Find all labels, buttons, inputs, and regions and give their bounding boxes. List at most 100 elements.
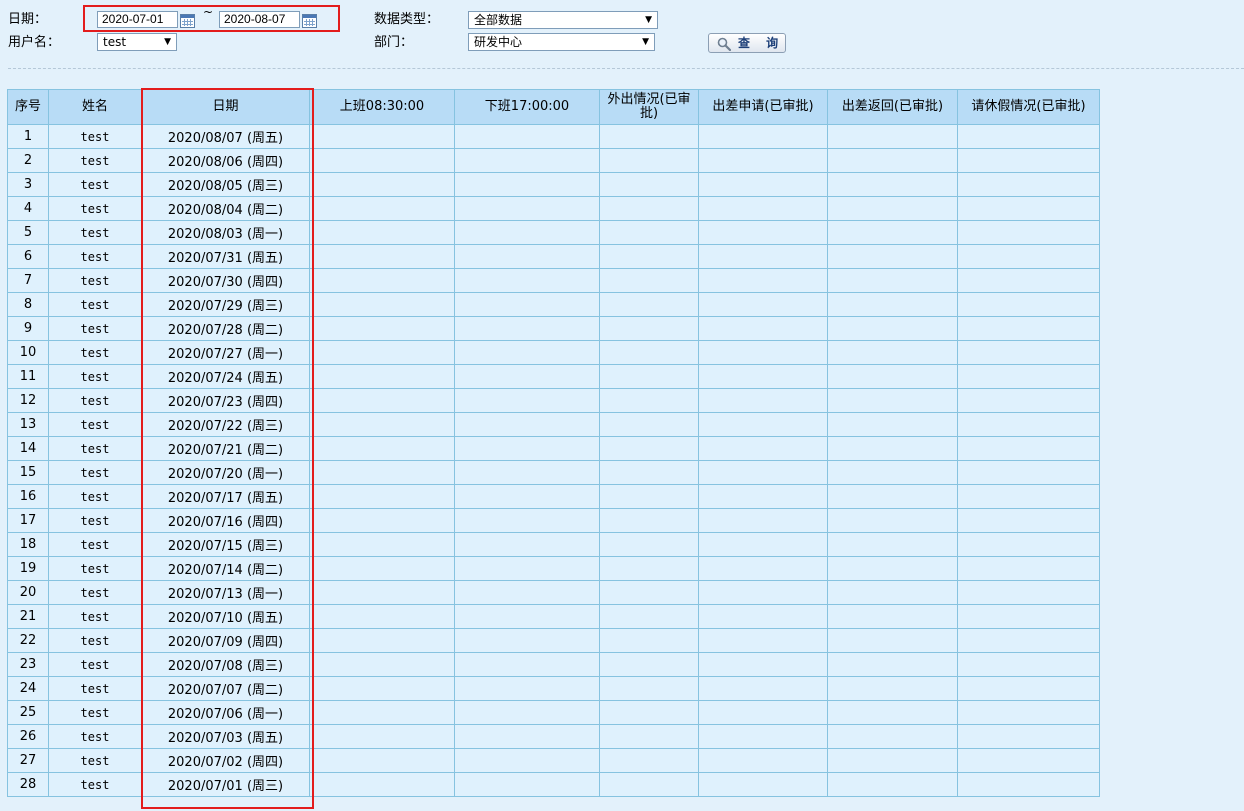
row-trip-return-cell: [827, 604, 958, 629]
row-trip-return-cell: [827, 244, 958, 269]
chevron-down-icon: ▼: [164, 37, 171, 47]
row-trip-return-cell: [827, 412, 958, 437]
row-leave-cell: [957, 676, 1100, 701]
attendance-query-page: 日期： 2020-07-01 ~ 2020-08-07 用户名： test ▼ …: [0, 0, 1244, 811]
row-trip-request-cell: [698, 316, 828, 341]
row-index-cell: 21: [7, 604, 49, 629]
row-outing-cell: [599, 460, 699, 485]
row-index-cell: 2: [7, 148, 49, 173]
row-trip-return-cell: [827, 748, 958, 773]
end-date-input[interactable]: 2020-08-07: [219, 11, 300, 28]
row-leave-cell: [957, 148, 1100, 173]
table-row: 27 test 2020/07/02 (周四): [7, 748, 1100, 773]
row-clock-in-cell: [309, 220, 455, 245]
row-outing-cell: [599, 580, 699, 605]
row-outing-cell: [599, 748, 699, 773]
row-clock-out-cell: [454, 508, 600, 533]
row-date-cell: 2020/07/14 (周二): [141, 556, 310, 581]
row-name-cell: test: [48, 604, 142, 629]
row-index-cell: 12: [7, 388, 49, 413]
chevron-down-icon: ▼: [645, 15, 652, 25]
row-trip-return-cell: [827, 772, 958, 797]
row-index-cell: 26: [7, 724, 49, 749]
row-leave-cell: [957, 124, 1100, 149]
table-row: 1 test 2020/08/07 (周五): [7, 124, 1100, 149]
table-row: 23 test 2020/07/08 (周三): [7, 652, 1100, 677]
row-leave-cell: [957, 220, 1100, 245]
department-select-value: 研发中心: [474, 35, 523, 49]
row-clock-in-cell: [309, 316, 455, 341]
row-date-cell: 2020/08/06 (周四): [141, 148, 310, 173]
table-row: 8 test 2020/07/29 (周三): [7, 292, 1100, 317]
row-index-cell: 8: [7, 292, 49, 317]
row-leave-cell: [957, 484, 1100, 509]
start-date-input[interactable]: 2020-07-01: [97, 11, 178, 28]
row-leave-cell: [957, 316, 1100, 341]
row-date-cell: 2020/07/29 (周三): [141, 292, 310, 317]
row-clock-out-cell: [454, 172, 600, 197]
row-name-cell: test: [48, 244, 142, 269]
row-index-cell: 9: [7, 316, 49, 341]
row-date-cell: 2020/07/23 (周四): [141, 388, 310, 413]
row-index-cell: 19: [7, 556, 49, 581]
row-clock-out-cell: [454, 412, 600, 437]
row-index-cell: 28: [7, 772, 49, 797]
row-name-cell: test: [48, 196, 142, 221]
row-outing-cell: [599, 604, 699, 629]
row-trip-request-cell: [698, 652, 828, 677]
row-clock-out-cell: [454, 580, 600, 605]
row-outing-cell: [599, 124, 699, 149]
row-date-cell: 2020/07/15 (周三): [141, 532, 310, 557]
row-name-cell: test: [48, 460, 142, 485]
user-select[interactable]: test ▼: [97, 33, 177, 51]
row-date-cell: 2020/07/21 (周二): [141, 436, 310, 461]
row-outing-cell: [599, 508, 699, 533]
row-index-cell: 27: [7, 748, 49, 773]
row-clock-out-cell: [454, 604, 600, 629]
row-outing-cell: [599, 652, 699, 677]
header-trip-return: 出差返回(已审批): [827, 89, 958, 125]
row-trip-request-cell: [698, 460, 828, 485]
row-clock-in-cell: [309, 124, 455, 149]
row-outing-cell: [599, 532, 699, 557]
header-leave: 请休假情况(已审批): [957, 89, 1100, 125]
department-select[interactable]: 研发中心 ▼: [468, 33, 655, 51]
table-row: 7 test 2020/07/30 (周四): [7, 268, 1100, 293]
table-row: 22 test 2020/07/09 (周四): [7, 628, 1100, 653]
row-leave-cell: [957, 532, 1100, 557]
header-date: 日期: [141, 89, 310, 125]
row-date-cell: 2020/07/24 (周五): [141, 364, 310, 389]
filter-divider: [8, 68, 1244, 69]
row-trip-return-cell: [827, 580, 958, 605]
row-outing-cell: [599, 172, 699, 197]
row-index-cell: 25: [7, 700, 49, 725]
row-clock-out-cell: [454, 148, 600, 173]
row-leave-cell: [957, 412, 1100, 437]
row-clock-out-cell: [454, 652, 600, 677]
row-clock-in-cell: [309, 508, 455, 533]
table-row: 9 test 2020/07/28 (周二): [7, 316, 1100, 341]
row-trip-return-cell: [827, 460, 958, 485]
data-type-label: 数据类型：: [374, 12, 440, 27]
row-clock-in-cell: [309, 412, 455, 437]
row-outing-cell: [599, 412, 699, 437]
table-row: 3 test 2020/08/05 (周三): [7, 172, 1100, 197]
row-index-cell: 18: [7, 532, 49, 557]
row-trip-request-cell: [698, 676, 828, 701]
row-clock-out-cell: [454, 364, 600, 389]
row-trip-request-cell: [698, 700, 828, 725]
query-button[interactable]: 查 询: [708, 33, 786, 53]
end-date-calendar-icon[interactable]: [302, 14, 317, 28]
table-row: 13 test 2020/07/22 (周三): [7, 412, 1100, 437]
row-outing-cell: [599, 436, 699, 461]
row-index-cell: 4: [7, 196, 49, 221]
row-trip-request-cell: [698, 268, 828, 293]
row-date-cell: 2020/07/10 (周五): [141, 604, 310, 629]
table-row: 12 test 2020/07/23 (周四): [7, 388, 1100, 413]
data-type-select[interactable]: 全部数据 ▼: [468, 11, 658, 29]
row-leave-cell: [957, 508, 1100, 533]
row-date-cell: 2020/08/03 (周一): [141, 220, 310, 245]
row-clock-in-cell: [309, 748, 455, 773]
row-outing-cell: [599, 484, 699, 509]
start-date-calendar-icon[interactable]: [180, 14, 195, 28]
